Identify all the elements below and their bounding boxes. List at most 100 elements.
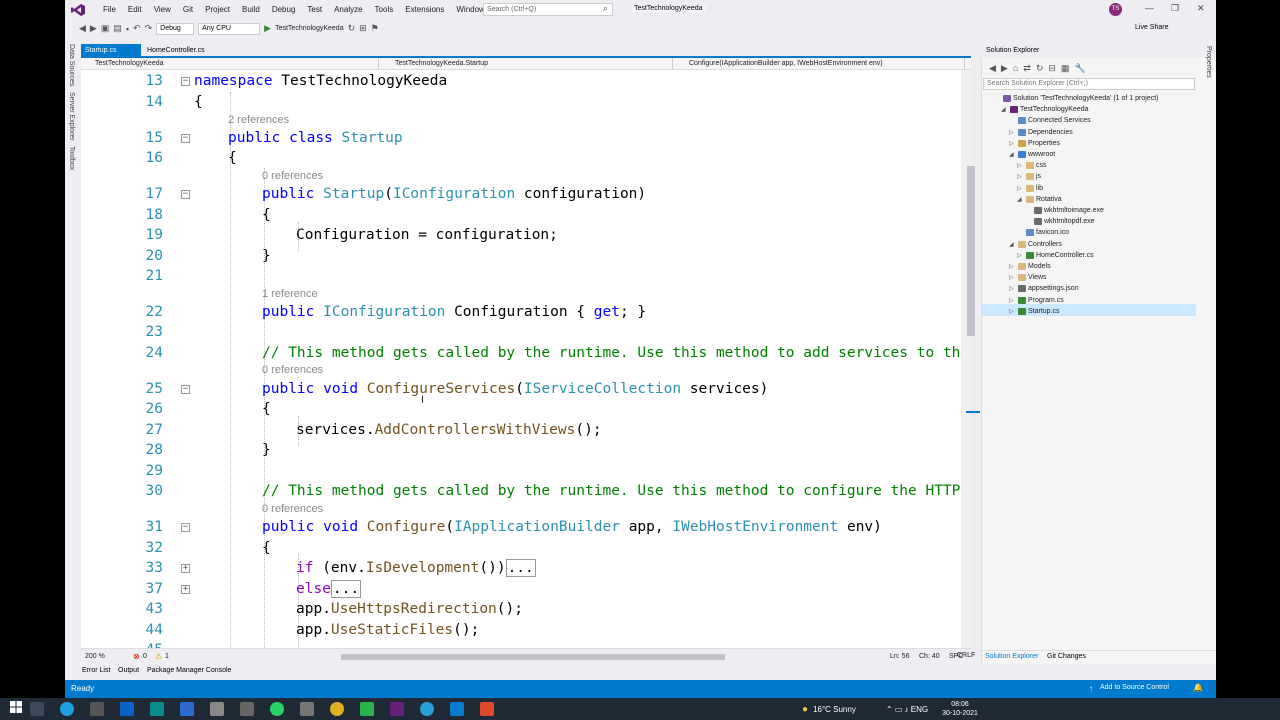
zoom-level[interactable]: 200 % xyxy=(85,653,105,660)
codelens-references[interactable]: 0 references xyxy=(262,503,323,515)
collapsed-arrow-icon[interactable]: ▷ xyxy=(1009,140,1016,147)
tab-data-sources[interactable]: Data Sources xyxy=(68,44,75,86)
tree-node[interactable]: Connected Services xyxy=(1009,117,1091,125)
camera-icon[interactable] xyxy=(300,702,314,716)
expand-icon[interactable]: + xyxy=(181,585,190,594)
tree-node[interactable]: ▷ Models xyxy=(1009,263,1051,270)
weather-text[interactable]: 16°C Sunny xyxy=(813,705,856,714)
show-all-files-icon[interactable]: ▦ xyxy=(1061,63,1070,74)
search-input[interactable]: Search (Ctrl+Q) xyxy=(483,3,613,16)
minimize-icon[interactable]: — xyxy=(1145,3,1154,13)
menu-build[interactable]: Build xyxy=(236,0,266,20)
codelens-references[interactable]: 0 references xyxy=(262,170,323,182)
tree-node[interactable]: ▷ js xyxy=(1017,173,1041,181)
expanded-arrow-icon[interactable]: ◢ xyxy=(1009,241,1016,248)
edge-icon[interactable] xyxy=(60,702,74,716)
collapsed-arrow-icon[interactable]: ▷ xyxy=(1009,308,1016,315)
close-icon[interactable]: ✕ xyxy=(1197,3,1205,14)
collapsed-arrow-icon[interactable]: ▷ xyxy=(1017,173,1024,180)
expanded-arrow-icon[interactable]: ◢ xyxy=(1009,151,1016,158)
menu-debug[interactable]: Debug xyxy=(266,0,302,20)
menu-git[interactable]: Git xyxy=(177,0,199,20)
tree-node[interactable]: wkhtmltopdf.exe xyxy=(1025,218,1095,226)
collapsed-arrow-icon[interactable]: ▷ xyxy=(1017,162,1024,169)
tab-output[interactable]: Output xyxy=(118,667,139,674)
tree-node[interactable]: favicon.ico xyxy=(1017,229,1069,237)
clock[interactable]: 08:06 30-10-2021 xyxy=(942,700,978,718)
windows-start-icon[interactable] xyxy=(10,700,22,718)
tab-solution-explorer[interactable]: Solution Explorer xyxy=(985,653,1038,660)
run-target-button[interactable]: TestTechnologyKeeda xyxy=(275,25,344,32)
menu-view[interactable]: View xyxy=(148,0,177,20)
warning-count[interactable]: 1 xyxy=(165,653,169,660)
collapsed-arrow-icon[interactable]: ▷ xyxy=(1009,129,1016,136)
tree-node[interactable]: ▷ Program.cs xyxy=(1009,296,1064,304)
collapsed-arrow-icon[interactable]: ▷ xyxy=(1017,252,1024,259)
app-icon[interactable] xyxy=(210,702,224,716)
project-dropdown[interactable]: TestTechnologyKeeda xyxy=(81,58,379,70)
chrome-icon[interactable] xyxy=(330,702,344,716)
member-dropdown[interactable]: Configure(IApplicationBuilder app, IWebH… xyxy=(675,58,965,70)
mail-icon[interactable] xyxy=(120,702,134,716)
tab-package-manager-console[interactable]: Package Manager Console xyxy=(147,667,231,674)
tree-node[interactable]: ▷ Startup.cs xyxy=(1009,307,1060,315)
collapsed-arrow-icon[interactable]: ▷ xyxy=(1009,297,1016,304)
undo-icon[interactable]: ↶ xyxy=(133,23,141,34)
expanded-arrow-icon[interactable]: ◢ xyxy=(1017,196,1024,203)
collapsed-arrow-icon[interactable]: ▷ xyxy=(1009,274,1016,281)
collapsed-arrow-icon[interactable]: ▷ xyxy=(1009,285,1016,292)
tree-node[interactable]: ◢ Rotativa xyxy=(1017,195,1062,203)
telegram-icon[interactable] xyxy=(420,702,434,716)
collapse-all-icon[interactable]: ⊟ xyxy=(1048,63,1056,74)
codelens-references[interactable]: 2 references xyxy=(228,114,289,126)
back-icon[interactable]: ◀ xyxy=(989,63,996,74)
menu-test[interactable]: Test xyxy=(301,0,328,20)
new-item-icon[interactable]: ▣ xyxy=(101,23,110,34)
tree-node[interactable]: ◢ wwwroot xyxy=(1009,151,1055,158)
tree-node[interactable]: ▷ appsettings.json xyxy=(1009,285,1079,293)
browse-icon[interactable]: ⊞ xyxy=(359,23,367,34)
expand-icon[interactable]: + xyxy=(181,564,190,573)
bookmark-icon[interactable]: ⚑ xyxy=(371,23,379,34)
vscode-icon[interactable] xyxy=(450,702,464,716)
add-to-source-control-button[interactable]: Add to Source Control xyxy=(1100,684,1169,691)
forward-icon[interactable]: ▶ xyxy=(1001,63,1008,74)
tree-node[interactable]: ▷ Properties xyxy=(1009,139,1060,147)
tree-node[interactable]: ▷ HomeController.cs xyxy=(1017,251,1094,259)
tree-node[interactable]: ▷ lib xyxy=(1017,184,1043,192)
tree-node[interactable]: Solution 'TestTechnologyKeeda' (1 of 1 p… xyxy=(994,95,1158,102)
tab-error-list[interactable]: Error List xyxy=(82,667,110,674)
menu-analyze[interactable]: Analyze xyxy=(328,0,368,20)
maximize-icon[interactable]: ❐ xyxy=(1171,3,1179,14)
notification-icon[interactable]: 🔔 xyxy=(1193,683,1203,692)
solution-search-input[interactable]: Search Solution Explorer (Ctrl+;) xyxy=(983,78,1195,90)
sync-icon[interactable]: ⇄ xyxy=(1023,63,1031,74)
tree-node[interactable]: ▷ Dependencies xyxy=(1009,128,1073,136)
tree-node[interactable]: wkhtmltoimage.exe xyxy=(1025,207,1104,214)
codelens-references[interactable]: 1 reference xyxy=(262,288,318,300)
recorder-icon[interactable] xyxy=(480,702,494,716)
collapse-icon[interactable]: − xyxy=(181,134,190,143)
menu-extensions[interactable]: Extensions xyxy=(399,0,450,20)
tab-properties[interactable]: Properties xyxy=(1205,46,1212,78)
warning-icon[interactable]: ⚠ xyxy=(155,652,162,661)
vertical-scrollbar[interactable] xyxy=(961,70,971,648)
menu-file[interactable]: File xyxy=(97,0,122,20)
forward-icon[interactable]: ▶ xyxy=(90,23,97,34)
system-tray-icons[interactable]: ⌃ ▭ ♪ ENG xyxy=(886,705,928,714)
avatar[interactable]: TS xyxy=(1109,3,1122,16)
codelens-references[interactable]: 0 references xyxy=(262,364,323,376)
store-icon[interactable] xyxy=(90,702,104,716)
platform-select[interactable]: Any CPU xyxy=(198,22,261,35)
collapsed-arrow-icon[interactable]: ▷ xyxy=(1009,263,1016,270)
app-icon[interactable] xyxy=(150,702,164,716)
tree-node[interactable]: ▷ css xyxy=(1017,162,1047,170)
error-count[interactable]: 0 xyxy=(143,653,147,660)
tab-homecontroller-cs[interactable]: HomeController.cs xyxy=(143,44,213,58)
code-editor[interactable]: 13 − namespace TestTechnologyKeeda 14 { … xyxy=(81,70,961,648)
line-ending[interactable]: CRLF xyxy=(957,652,975,659)
task-view-icon[interactable] xyxy=(30,702,44,716)
tab-git-changes[interactable]: Git Changes xyxy=(1047,653,1086,660)
horizontal-scrollbar-thumb[interactable] xyxy=(341,654,725,660)
app-icon[interactable] xyxy=(180,702,194,716)
